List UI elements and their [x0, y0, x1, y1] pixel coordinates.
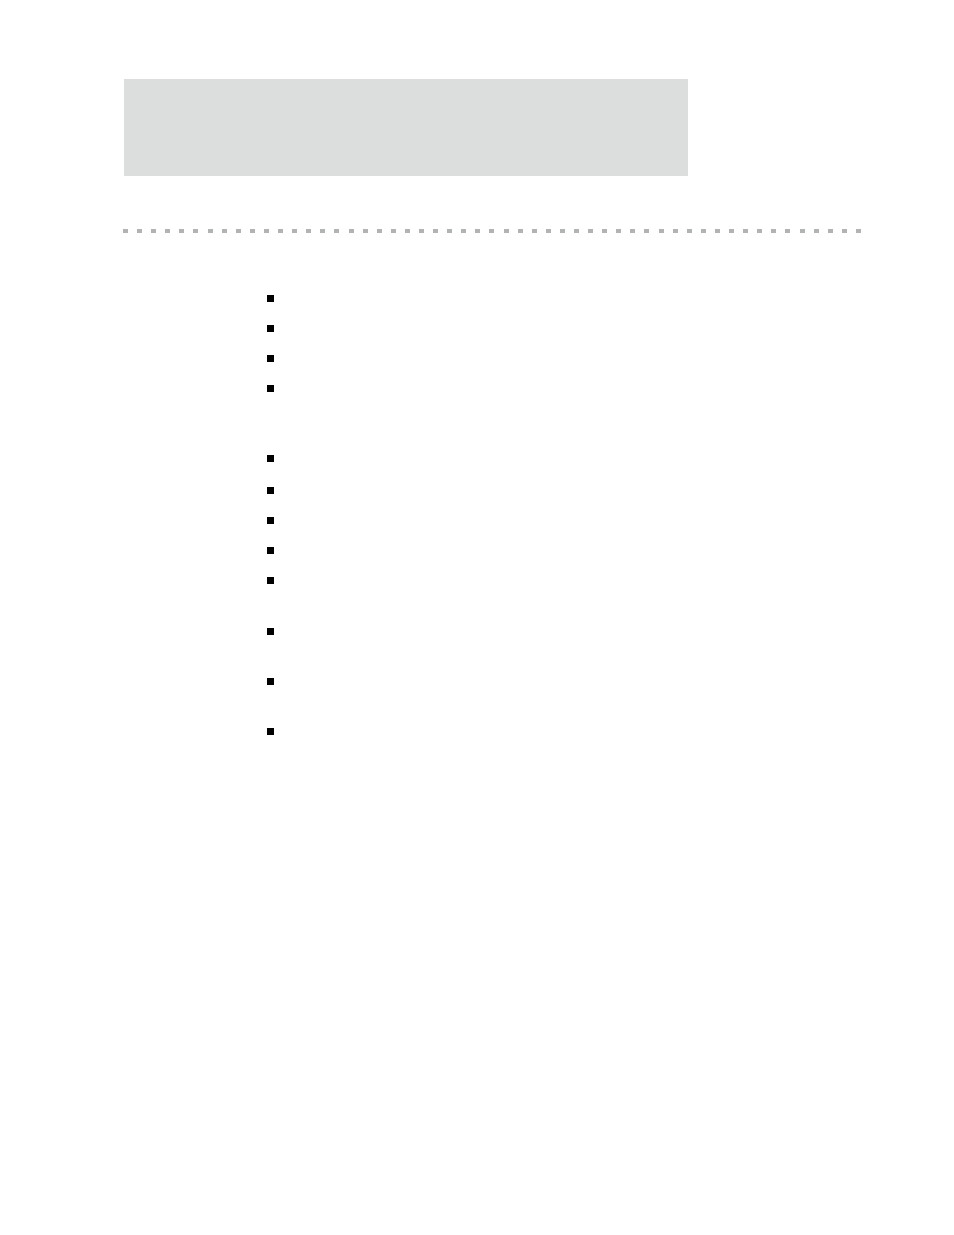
divider-dot: [630, 229, 635, 233]
divider-dot: [687, 229, 692, 233]
divider-dot: [856, 229, 861, 233]
bullet-point: [267, 517, 274, 524]
divider-dot: [757, 229, 762, 233]
bullet-point: [267, 728, 274, 735]
divider-dot: [616, 229, 621, 233]
divider-dot: [574, 229, 579, 233]
bullet-point: [267, 295, 274, 302]
divider-dot: [151, 229, 156, 233]
divider-dot: [785, 229, 790, 233]
divider-dot: [264, 229, 269, 233]
divider-dot: [644, 229, 649, 233]
header-placeholder-box: [124, 79, 688, 176]
divider-dot: [800, 229, 805, 233]
bullet-point: [267, 325, 274, 332]
divider-dot: [208, 229, 213, 233]
divider-dot: [518, 229, 523, 233]
divider-dot: [363, 229, 368, 233]
divider-dot: [588, 229, 593, 233]
bullet-point: [267, 455, 274, 462]
divider-dot: [123, 229, 128, 233]
dotted-divider: [123, 229, 861, 233]
divider-dot: [137, 229, 142, 233]
divider-dot: [701, 229, 706, 233]
divider-dot: [546, 229, 551, 233]
divider-dot: [433, 229, 438, 233]
divider-dot: [602, 229, 607, 233]
bullet-point: [267, 487, 274, 494]
divider-dot: [236, 229, 241, 233]
divider-dot: [729, 229, 734, 233]
divider-dot: [222, 229, 227, 233]
divider-dot: [743, 229, 748, 233]
divider-dot: [771, 229, 776, 233]
bullet-point: [267, 628, 274, 635]
bullet-point: [267, 355, 274, 362]
divider-dot: [475, 229, 480, 233]
divider-dot: [447, 229, 452, 233]
divider-dot: [377, 229, 382, 233]
divider-dot: [842, 229, 847, 233]
divider-dot: [560, 229, 565, 233]
divider-dot: [828, 229, 833, 233]
divider-dot: [532, 229, 537, 233]
bullet-point: [267, 385, 274, 392]
divider-dot: [405, 229, 410, 233]
divider-dot: [715, 229, 720, 233]
divider-dot: [334, 229, 339, 233]
divider-dot: [659, 229, 664, 233]
divider-dot: [320, 229, 325, 233]
divider-dot: [278, 229, 283, 233]
divider-dot: [349, 229, 354, 233]
divider-dot: [391, 229, 396, 233]
divider-dot: [306, 229, 311, 233]
divider-dot: [489, 229, 494, 233]
divider-dot: [250, 229, 255, 233]
divider-dot: [814, 229, 819, 233]
divider-dot: [193, 229, 198, 233]
divider-dot: [504, 229, 509, 233]
bullet-point: [267, 547, 274, 554]
divider-dot: [419, 229, 424, 233]
divider-dot: [165, 229, 170, 233]
divider-dot: [461, 229, 466, 233]
divider-dot: [179, 229, 184, 233]
divider-dot: [673, 229, 678, 233]
bullet-point: [267, 577, 274, 584]
bullet-point: [267, 678, 274, 685]
divider-dot: [292, 229, 297, 233]
